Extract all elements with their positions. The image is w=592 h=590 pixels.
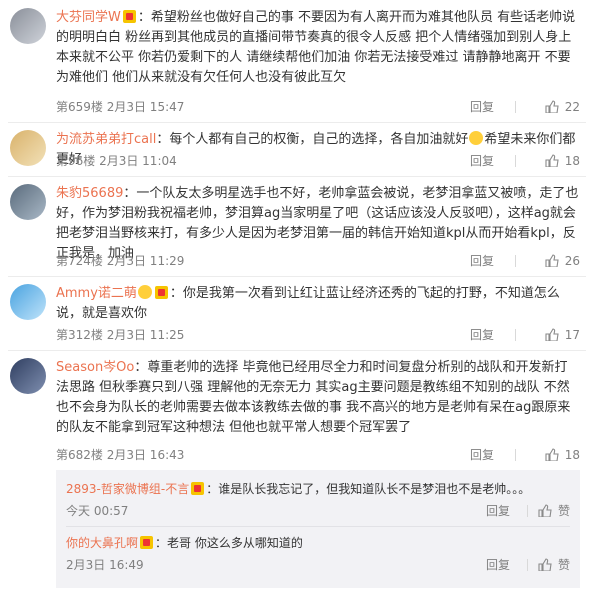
- like-label: 赞: [557, 558, 570, 572]
- like-label: 赞: [557, 504, 570, 518]
- comment-meta: 第682楼 2月3日 16:43 回复 18: [56, 446, 580, 464]
- reply-button[interactable]: 回复: [470, 98, 494, 116]
- thumb-up-icon: [545, 254, 559, 267]
- member-badge-icon: [140, 536, 154, 549]
- reply-button[interactable]: 回复: [470, 446, 494, 464]
- comment-body: Season岑Oo：尊重老帅的选择 毕竟他已经用尽全力和时间复盘分析别的战队和开…: [56, 358, 580, 438]
- user-name[interactable]: 你的大鼻孔啊: [66, 536, 138, 550]
- divider: [8, 276, 586, 277]
- comment-text: ：尊重老帅的选择 毕竟他已经用尽全力和时间复盘分析别的战队和开发新打法思路 但秋…: [56, 360, 571, 435]
- divider: [66, 526, 570, 527]
- sub-comment-item: 2893-哲家微博组-不言 ：谁是队长我忘记了，但我知道队长不是梦泪也不是老帅。。…: [66, 480, 570, 518]
- reply-button[interactable]: 回复: [470, 152, 494, 170]
- comment-meta: 第724楼 2月3日 11:29 回复 26: [56, 252, 580, 270]
- floor-time: 第312楼 2月3日 11:25: [56, 328, 185, 342]
- comment-meta: 第96楼 2月3日 11:04 回复 18: [56, 152, 580, 170]
- like-count: 22: [564, 100, 580, 114]
- thumb-up-icon: [538, 504, 552, 517]
- divider: [515, 449, 516, 461]
- divider: [527, 505, 528, 517]
- divider: [8, 350, 586, 351]
- thumb-up-icon: [538, 558, 552, 571]
- user-name[interactable]: 为流苏弟弟打call: [56, 132, 156, 147]
- sub-comment-time: 今天 00:57: [66, 504, 129, 518]
- member-badge-icon: [191, 482, 205, 495]
- sub-comment-meta: 2月3日 16:49 回复 赞: [66, 556, 570, 574]
- user-name[interactable]: 2893-哲家微博组-不言: [66, 482, 189, 496]
- reply-button[interactable]: 回复: [486, 502, 510, 520]
- user-name[interactable]: Season岑Oo: [56, 360, 134, 375]
- divider: [515, 255, 516, 267]
- divider: [8, 122, 586, 123]
- divider: [515, 155, 516, 167]
- user-name[interactable]: 朱豹56689: [56, 186, 123, 201]
- comment-body: Ammy诺二萌 ：你是我第一次看到让红让蓝让经济还秀的飞起的打野，不知道怎么说，就…: [56, 284, 580, 324]
- thumb-up-icon: [545, 328, 559, 341]
- user-name[interactable]: Ammy诺二萌: [56, 286, 137, 301]
- comment-list: 大芬同学W ：希望粉丝也做好自己的事 不要因为有人离开而为难其他队员 有些话老帅说…: [0, 0, 592, 590]
- avatar[interactable]: [10, 8, 46, 44]
- user-name[interactable]: 大芬同学W: [56, 10, 121, 25]
- avatar[interactable]: [10, 184, 46, 220]
- like-button[interactable]: 18: [545, 152, 580, 170]
- floor-time: 第659楼 2月3日 15:47: [56, 100, 185, 114]
- like-count: 18: [564, 448, 580, 462]
- member-badge-icon: [122, 10, 136, 23]
- like-button[interactable]: 赞: [538, 556, 570, 574]
- like-count: 17: [564, 328, 580, 342]
- reply-button[interactable]: 回复: [470, 326, 494, 344]
- floor-time: 第724楼 2月3日 11:29: [56, 254, 185, 268]
- like-button[interactable]: 26: [545, 252, 580, 270]
- emoji-icon: [137, 285, 152, 299]
- floor-time: 第96楼 2月3日 11:04: [56, 154, 177, 168]
- reply-button[interactable]: 回复: [486, 556, 510, 574]
- sub-comment-meta: 今天 00:57 回复 赞: [66, 502, 570, 520]
- like-button[interactable]: 18: [545, 446, 580, 464]
- like-button[interactable]: 赞: [538, 502, 570, 520]
- like-count: 26: [564, 254, 580, 268]
- divider: [8, 176, 586, 177]
- sub-comment-list: 2893-哲家微博组-不言 ：谁是队长我忘记了，但我知道队长不是梦泪也不是老帅。。…: [56, 470, 580, 588]
- member-badge-icon: [154, 286, 168, 299]
- comment-meta: 第312楼 2月3日 11:25 回复 17: [56, 326, 580, 344]
- divider: [527, 559, 528, 571]
- floor-time: 第682楼 2月3日 16:43: [56, 448, 185, 462]
- sub-comment-text: ：谁是队长我忘记了，但我知道队长不是梦泪也不是老帅。。。: [206, 482, 531, 496]
- avatar[interactable]: [10, 358, 46, 394]
- like-button[interactable]: 17: [545, 326, 580, 344]
- comment-meta: 第659楼 2月3日 15:47 回复 22: [56, 98, 580, 116]
- thumb-up-icon: [545, 448, 559, 461]
- avatar[interactable]: [10, 284, 46, 320]
- reply-button[interactable]: 回复: [470, 252, 494, 270]
- emoji-icon: [469, 131, 484, 145]
- thumb-up-icon: [545, 154, 559, 167]
- comment-text: ：一个队友太多明星选手也不好，老帅拿蓝会被说，老梦泪拿蓝又被喷，走了也好，作为梦…: [56, 186, 579, 261]
- sub-comment-item: 你的大鼻孔啊 ：老哥 你这么多从哪知道的 2月3日 16:49 回复 赞: [66, 534, 570, 572]
- avatar[interactable]: [10, 130, 46, 166]
- divider: [515, 101, 516, 113]
- like-count: 18: [564, 154, 580, 168]
- divider: [515, 329, 516, 341]
- like-button[interactable]: 22: [545, 98, 580, 116]
- sub-comment-text: ：老哥 你这么多从哪知道的: [155, 536, 303, 550]
- comment-text: ：每个人都有自己的权衡，自己的选择，各自加油就好: [156, 132, 469, 147]
- comment-body: 大芬同学W ：希望粉丝也做好自己的事 不要因为有人离开而为难其他队员 有些话老帅说…: [56, 8, 580, 88]
- thumb-up-icon: [545, 100, 559, 113]
- sub-comment-time: 2月3日 16:49: [66, 558, 144, 572]
